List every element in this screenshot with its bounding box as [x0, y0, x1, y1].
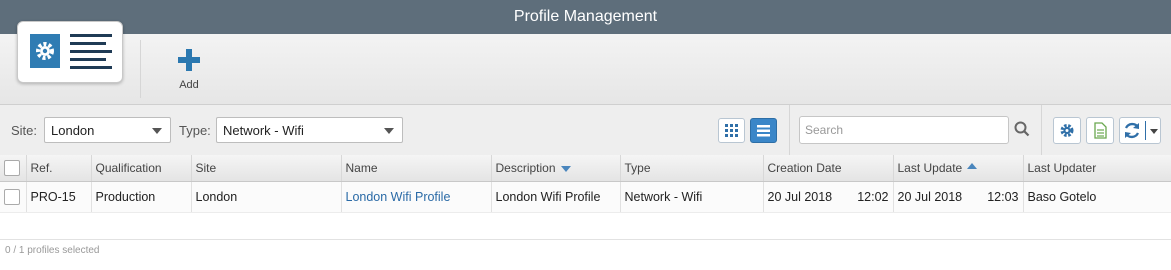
column-header-site-label: Site — [195, 161, 217, 175]
refresh-button[interactable] — [1119, 117, 1161, 144]
footer-divider — [0, 239, 1171, 240]
creation-date: 20 Jul 2018 — [767, 190, 833, 204]
select-all-checkbox[interactable] — [4, 160, 20, 176]
column-header-name[interactable]: Name — [341, 155, 492, 182]
row-select-cell — [0, 181, 27, 213]
profile-name-link[interactable]: London Wifi Profile — [346, 190, 451, 204]
refresh-icon — [1124, 122, 1140, 139]
cell-qualification: Production — [91, 181, 192, 213]
export-button[interactable] — [1086, 117, 1114, 144]
last-update-date: 20 Jul 2018 — [897, 190, 963, 204]
cell-ref: PRO-15 — [26, 181, 92, 213]
filter-bar: Site: London Type: Network - Wifi Search — [0, 105, 1171, 156]
column-header-site[interactable]: Site — [191, 155, 342, 182]
profiles-table: Ref. Qualification Site Name Description… — [0, 155, 1171, 213]
list-view-button[interactable] — [750, 118, 777, 143]
column-header-last-updater[interactable]: Last Updater — [1023, 155, 1171, 182]
window-title: Profile Management — [0, 0, 1171, 34]
cell-name: London Wifi Profile — [341, 181, 492, 213]
cell-creation-date: 20 Jul 2018 12:02 — [763, 181, 894, 213]
type-filter-label: Type: — [179, 123, 211, 138]
button-split-divider — [1145, 121, 1146, 140]
cell-type: Network - Wifi — [620, 181, 764, 213]
column-header-last-update-label: Last Update — [897, 161, 963, 175]
select-all-cell — [0, 155, 27, 182]
gear-icon — [30, 34, 60, 68]
column-header-qualification[interactable]: Qualification — [91, 155, 192, 182]
toolbar: Add — [0, 21, 1171, 105]
cell-last-updater: Baso Gotelo — [1023, 181, 1171, 213]
row-checkbox[interactable] — [4, 189, 20, 205]
column-header-type-label: Type — [624, 161, 651, 175]
plus-icon — [165, 48, 213, 77]
sort-descending-icon — [560, 165, 571, 172]
search-icon[interactable] — [1014, 121, 1030, 137]
last-update-time: 12:03 — [987, 190, 1019, 204]
gear-icon — [1060, 124, 1074, 137]
list-view-icon — [757, 125, 770, 137]
column-header-creation-date[interactable]: Creation Date — [763, 155, 894, 182]
selection-status: 0 / 1 profiles selected — [5, 245, 100, 256]
settings-button[interactable] — [1053, 117, 1081, 144]
grid-view-button[interactable] — [718, 118, 745, 143]
cell-site: London — [191, 181, 342, 213]
cell-description: London Wifi Profile — [491, 181, 621, 213]
sort-ascending-icon — [967, 162, 978, 169]
table-row[interactable]: PRO-15 Production London London Wifi Pro… — [0, 181, 1171, 213]
type-select[interactable]: Network - Wifi — [216, 117, 403, 143]
chevron-down-icon — [152, 128, 162, 134]
table-header-row: Ref. Qualification Site Name Description… — [0, 155, 1171, 182]
column-header-creation-date-label: Creation Date — [767, 161, 842, 175]
search-placeholder: Search — [805, 123, 844, 137]
add-button-label: Add — [179, 79, 199, 91]
column-header-type[interactable]: Type — [620, 155, 764, 182]
search-input[interactable]: Search — [799, 116, 1009, 144]
column-header-ref[interactable]: Ref. — [26, 155, 92, 182]
profile-management-icon — [17, 21, 123, 83]
column-header-ref-label: Ref. — [30, 161, 53, 175]
column-header-description-label: Description — [495, 161, 556, 175]
toolbar-divider — [140, 40, 141, 98]
add-button[interactable]: Add — [165, 48, 213, 94]
chevron-down-icon — [384, 128, 394, 134]
column-header-last-updater-label: Last Updater — [1027, 161, 1097, 175]
filter-divider — [789, 105, 790, 155]
site-select[interactable]: London — [44, 117, 171, 143]
column-header-description[interactable]: Description — [491, 155, 621, 182]
filter-divider — [1041, 105, 1042, 155]
creation-time: 12:02 — [857, 190, 889, 204]
caret-down-icon[interactable] — [1150, 129, 1158, 134]
grid-view-icon — [725, 124, 738, 137]
list-lines-icon — [70, 34, 112, 74]
cell-last-update: 20 Jul 2018 12:03 — [893, 181, 1024, 213]
type-select-value: Network - Wifi — [223, 123, 304, 138]
document-icon — [1094, 122, 1107, 139]
column-header-name-label: Name — [345, 161, 378, 175]
column-header-last-update[interactable]: Last Update — [893, 155, 1024, 182]
column-header-qualification-label: Qualification — [95, 161, 162, 175]
site-select-value: London — [51, 123, 95, 138]
site-filter-label: Site: — [11, 123, 38, 138]
